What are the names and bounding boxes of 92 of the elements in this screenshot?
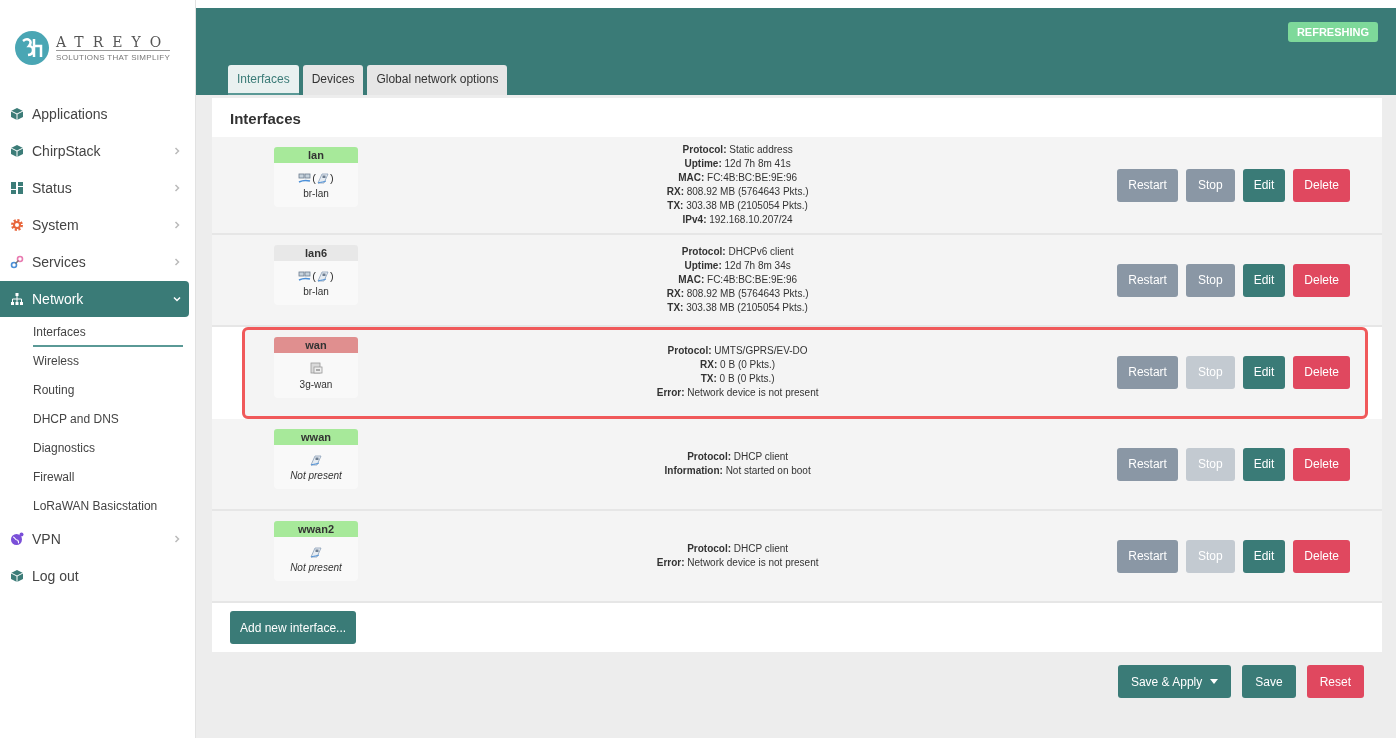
- interface-name: lan: [274, 147, 358, 163]
- device-name: Not present: [290, 562, 342, 573]
- network-bridge-icon: [298, 172, 312, 184]
- detail-line: IPv4: 192.168.10.207/24: [682, 213, 793, 227]
- logo-icon: [14, 30, 50, 66]
- sidebar-item[interactable]: Applications: [0, 96, 189, 132]
- parenthesis: ): [330, 270, 334, 282]
- restart-button[interactable]: Restart: [1117, 263, 1178, 297]
- device-name: Not present: [290, 470, 342, 481]
- detail-line: Protocol: DHCP client: [687, 542, 789, 556]
- delete-button[interactable]: Delete: [1293, 539, 1350, 573]
- delete-button[interactable]: Delete: [1293, 263, 1350, 297]
- ethernet-port-icon: [310, 546, 322, 558]
- status-badge: REFRESHING: [1287, 22, 1378, 42]
- detail-line: Protocol: DHCP client: [687, 450, 789, 464]
- device-name: br-lan: [303, 188, 329, 199]
- device-name: br-lan: [303, 286, 329, 297]
- edit-button[interactable]: Edit: [1242, 263, 1286, 297]
- ethernet-port-icon: [317, 270, 329, 282]
- edit-button[interactable]: Edit: [1242, 168, 1286, 202]
- restart-button[interactable]: Restart: [1117, 447, 1178, 481]
- submenu-item[interactable]: Wireless: [33, 347, 183, 376]
- detail-line: Protocol: DHCPv6 client: [681, 245, 794, 259]
- tab[interactable]: Global network options: [367, 65, 508, 95]
- submenu-item[interactable]: LoRaWAN Basicstation: [33, 492, 183, 521]
- sidebar-item[interactable]: System: [0, 207, 189, 243]
- detail-line: TX: 303.38 MB (2105054 Pkts.): [667, 199, 808, 213]
- sitemap-icon: [10, 292, 24, 306]
- link-icon: [10, 255, 24, 269]
- parenthesis: (: [312, 172, 316, 184]
- ethernet-port-icon: [310, 454, 322, 466]
- sidebar-item[interactable]: ChirpStack: [0, 133, 189, 169]
- detail-line: MAC: FC:4B:BC:BE:9E:96: [678, 171, 798, 185]
- network-bridge-icon: [298, 270, 312, 282]
- detail-line: Error: Network device is not present: [656, 556, 819, 570]
- save-apply-button[interactable]: Save & Apply: [1117, 665, 1232, 698]
- submenu-item[interactable]: Firewall: [33, 463, 183, 492]
- edit-button[interactable]: Edit: [1242, 447, 1286, 481]
- submenu-item[interactable]: Diagnostics: [33, 434, 183, 463]
- detail-line: Protocol: Static address: [682, 143, 793, 157]
- delete-button[interactable]: Delete: [1293, 168, 1350, 202]
- gear-icon: [10, 218, 24, 232]
- logo-name: ATREYO: [56, 34, 171, 51]
- parenthesis: (: [312, 270, 316, 282]
- delete-button[interactable]: Delete: [1293, 447, 1350, 481]
- detail-line: RX: 0 B (0 Pkts.): [700, 358, 776, 372]
- grid-icon: [10, 181, 24, 195]
- detail-line: TX: 0 B (0 Pkts.): [700, 372, 775, 386]
- interface-name: wwan: [274, 429, 358, 445]
- tab[interactable]: Interfaces: [228, 65, 299, 95]
- save-button[interactable]: Save: [1242, 665, 1296, 698]
- detail-line: Uptime: 12d 7h 8m 41s: [684, 157, 791, 171]
- parenthesis: ): [330, 172, 334, 184]
- detail-line: Protocol: UMTS/GPRS/EV-DO: [667, 344, 808, 358]
- interface-name: wan: [274, 337, 358, 353]
- submenu-item[interactable]: Interfaces: [33, 318, 183, 347]
- globe-icon: [10, 532, 24, 546]
- restart-button[interactable]: Restart: [1117, 168, 1178, 202]
- sidebar-item[interactable]: Log out: [0, 558, 189, 594]
- restart-button[interactable]: Restart: [1117, 355, 1178, 389]
- device-name: 3g-wan: [299, 379, 333, 390]
- detail-line: RX: 808.92 MB (5764643 Pkts.): [666, 287, 809, 301]
- interface-name: lan6: [274, 245, 358, 261]
- detail-line: TX: 303.38 MB (2105054 Pkts.): [667, 301, 808, 315]
- cube-icon: [10, 144, 24, 158]
- stop-button[interactable]: Stop: [1185, 263, 1235, 297]
- stop-button[interactable]: Stop: [1185, 168, 1235, 202]
- submenu-item[interactable]: DHCP and DNS: [33, 405, 183, 434]
- interface-name: wwan2: [274, 521, 358, 537]
- detail-line: Uptime: 12d 7h 8m 34s: [684, 259, 791, 273]
- detail-line: Information: Not started on boot: [664, 464, 811, 478]
- edit-button[interactable]: Edit: [1242, 539, 1286, 573]
- ethernet-port-icon: [317, 172, 329, 184]
- logo-tagline: SOLUTIONS THAT SIMPLIFY: [56, 53, 171, 62]
- detail-line: MAC: FC:4B:BC:BE:9E:96: [678, 273, 798, 287]
- submenu-item[interactable]: Routing: [33, 376, 183, 405]
- detail-line: RX: 808.92 MB (5764643 Pkts.): [666, 185, 809, 199]
- detail-line: Error: Network device is not present: [656, 386, 819, 400]
- delete-button[interactable]: Delete: [1293, 355, 1350, 389]
- restart-button[interactable]: Restart: [1117, 539, 1178, 573]
- edit-button[interactable]: Edit: [1242, 355, 1286, 389]
- modem-icon: [309, 362, 323, 375]
- cube-icon: [10, 107, 24, 121]
- section-title: Interfaces: [229, 109, 302, 129]
- sidebar-item[interactable]: Services: [0, 244, 189, 280]
- tab[interactable]: Devices: [302, 65, 364, 95]
- cube-icon: [10, 569, 24, 583]
- reset-button[interactable]: Reset: [1306, 665, 1364, 698]
- sidebar-item[interactable]: VPN: [0, 521, 189, 557]
- add-interface-button[interactable]: Add new interface...: [230, 611, 357, 644]
- sidebar-item[interactable]: Status: [0, 170, 189, 206]
- sidebar-item[interactable]: Network: [0, 281, 189, 317]
